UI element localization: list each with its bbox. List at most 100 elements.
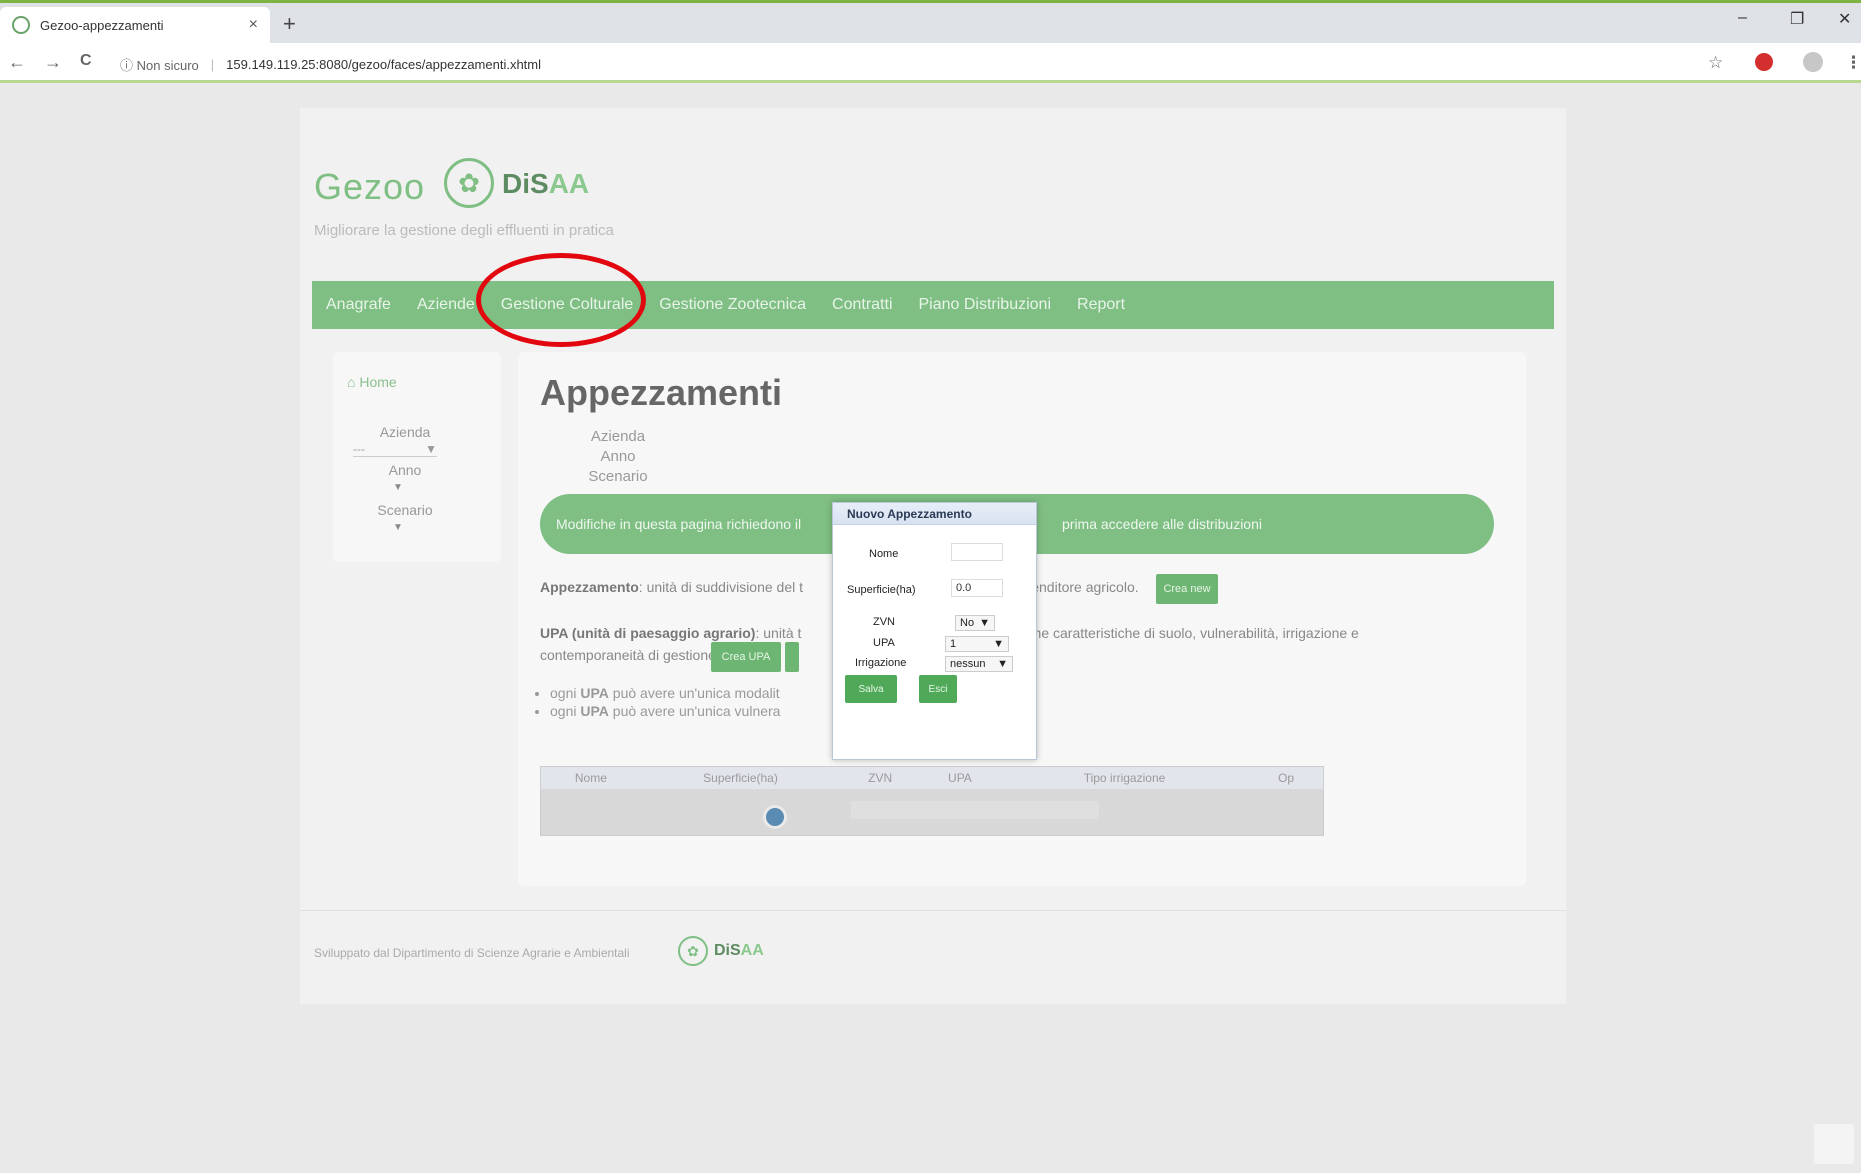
upa-text-cont: desime caratteristiche di suolo, vulnera… [1004,625,1359,641]
bullet-prefix: ogni [550,703,577,719]
browser-toolbar: ← → C ⓘ Non sicuro | 159.149.119.25:8080… [0,43,1861,83]
dialog-title[interactable]: Nuovo Appezzamento [833,503,1036,525]
menu-item-contratti[interactable]: Contratti [832,296,892,314]
column-header-op[interactable]: Op [1249,771,1323,785]
bullet-term: UPA [580,703,609,719]
favicon-icon [12,16,30,34]
superficie-label: Superficie(ha) [847,584,916,596]
zvn-select[interactable]: No ▼ [955,615,995,631]
nuovo-appezzamento-dialog: Nuovo Appezzamento Nome Superficie(ha) Z… [832,502,1037,760]
footer-logo-prefix: DiS [714,942,741,959]
zvn-label: ZVN [873,616,895,628]
irrigazione-select[interactable]: nessun ▼ [945,656,1013,672]
footer-leaf-glyph: ✿ [687,942,699,959]
footer-leaf-icon: ✿ [678,936,708,966]
menu-item-anagrafe[interactable]: Anagrafe [326,296,391,314]
sidebar-anno-label: Anno [388,462,422,478]
profile-avatar[interactable] [1803,52,1823,72]
menu-item-piano-distribuzioni[interactable]: Piano Distribuzioni [919,296,1052,314]
irrigazione-label: Irrigazione [855,657,907,669]
refresh-icon[interactable] [763,805,787,829]
column-header-superficie[interactable]: Superficie(ha) [641,771,840,785]
disaa-logo: DiSAA [502,168,589,200]
upa-description: UPA (unità di paesaggio agrario): unità … [540,622,801,644]
appezzamento-term: Appezzamento [540,579,639,595]
sidebar-azienda-label: Azienda [379,424,431,440]
new-tab-icon[interactable]: + [283,11,296,37]
salva-button[interactable]: Salva [845,675,897,703]
appezzamento-description: Appezzamento: unità di suddivisione del … [540,576,803,598]
highlight-annotation-ring [476,253,646,347]
menu-item-aziende[interactable]: Aziende [417,296,475,314]
footer-disaa-logo[interactable]: DiSAA [714,942,764,960]
disaa-leaf-icon: ✿ [444,158,494,208]
tab-close-icon[interactable]: × [249,16,258,34]
filter-azienda-label: Azienda [590,428,646,445]
tab-title: Gezoo-appezzamenti [40,17,164,33]
footer-logo-suffix: AA [740,942,764,959]
filter-anno-label: Anno [600,448,636,465]
extension-icon[interactable] [1755,53,1773,71]
home-icon: ⌂ [347,374,356,390]
tab-bar: Gezoo-appezzamenti × + – ❐ ✕ [0,3,1861,43]
column-header-upa[interactable]: UPA [920,771,1000,785]
nome-field[interactable] [951,543,1003,561]
reload-icon[interactable]: C [80,52,92,70]
esci-button[interactable]: Esci [919,675,957,703]
sidebar-scenario-label: Scenario [377,502,433,518]
table-paginator[interactable] [851,801,1099,819]
sidebar-azienda-value: --- [353,442,365,456]
site-tagline: Migliorare la gestione degli effluenti i… [314,222,614,239]
table-header: Nome Superficie(ha) ZVN UPA Tipo irrigaz… [541,767,1323,789]
disaa-leaf-glyph: ✿ [458,167,480,198]
bookmark-star-icon[interactable]: ☆ [1708,53,1723,73]
restore-icon[interactable]: ❐ [1790,9,1804,29]
banner-text-right: prima accedere alle distribuzioni [1062,516,1262,532]
nome-label: Nome [869,548,899,560]
crea-appezzamento-button[interactable]: Crea new [1156,574,1218,604]
superficie-field[interactable] [951,579,1003,597]
minimize-icon[interactable]: – [1738,9,1747,27]
menu-item-gestione-zootecnica[interactable]: Gestione Zootecnica [659,296,806,314]
sidebar-azienda-select[interactable]: --- ▼ [353,442,437,457]
site-logo[interactable]: Gezoo [314,166,425,208]
page-title: Appezzamenti [540,372,783,413]
chevron-down-icon: ▼ [993,638,1004,650]
appezzamento-text: : unità di suddivisione del t [638,579,804,595]
chevron-down-icon: ▼ [425,442,437,456]
upa-text: : unità t [755,625,802,641]
scroll-top-button[interactable] [1814,1124,1854,1164]
upa-rules-list: ogni UPA può avere un'unica modalit ogni… [550,684,780,720]
bullet-term: UPA [580,685,609,701]
sidebar: ⌂ Home Azienda --- ▼ Anno ▼ Scenario ▼ [333,352,501,562]
forward-icon[interactable]: → [44,52,62,73]
back-icon[interactable]: ← [8,52,26,73]
chevron-down-icon: ▼ [979,617,990,629]
url-separator: | [210,56,215,72]
url-text[interactable]: 159.149.119.25:8080/gezoo/faces/appezzam… [226,57,541,72]
column-header-nome[interactable]: Nome [541,771,641,785]
menu-item-report[interactable]: Report [1077,296,1125,314]
footer-divider [300,910,1566,911]
footer-text: Sviluppato dal Dipartimento di Scienze A… [314,946,630,960]
bullet-prefix: ogni [550,685,577,701]
sidebar-home-link[interactable]: ⌂ Home [347,374,397,390]
close-window-icon[interactable]: ✕ [1838,9,1851,29]
sidebar-scenario-select[interactable]: ▼ [393,522,403,533]
upa-secondary-button[interactable] [785,642,799,672]
browser-menu-icon[interactable]: ⋮ [1845,53,1861,73]
crea-upa-button[interactable]: Crea UPA [711,642,781,672]
list-item: ogni UPA può avere un'unica vulnera [550,702,780,720]
browser-tab[interactable]: Gezoo-appezzamenti × [0,7,270,43]
disaa-logo-suffix: AA [548,168,590,199]
security-indicator[interactable]: ⓘ Non sicuro [120,55,199,74]
upa-term: UPA (unità di paesaggio agrario) [540,625,756,641]
address-bar[interactable]: ⓘ Non sicuro | 159.149.119.25:8080/gezoo… [120,51,1690,77]
column-header-zvn[interactable]: ZVN [840,771,920,785]
sidebar-anno-select[interactable]: ▼ [393,482,403,493]
list-item: ogni UPA può avere un'unica modalit [550,684,780,702]
column-header-irrigazione[interactable]: Tipo irrigazione [1000,771,1249,785]
bullet-text: può avere un'unica modalit [608,685,780,701]
appezzamenti-table: Nome Superficie(ha) ZVN UPA Tipo irrigaz… [540,766,1324,836]
upa-select[interactable]: 1 ▼ [945,636,1009,652]
